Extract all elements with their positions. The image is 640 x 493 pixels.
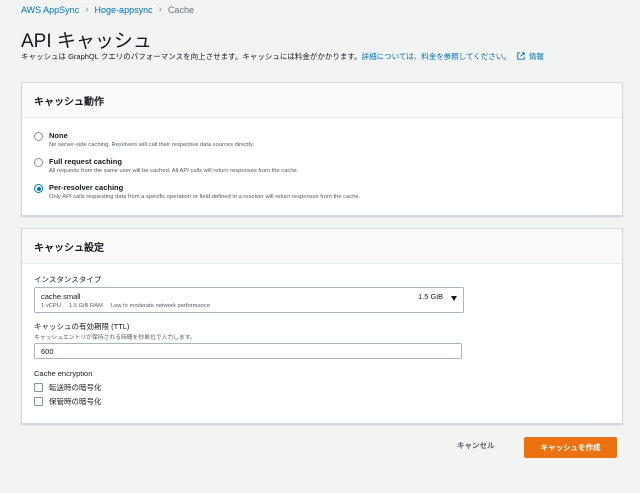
pricing-link[interactable]: 詳細については、料金を参照してください。: [362, 52, 511, 61]
cache-settings-header: キャッシュ設定: [22, 229, 622, 264]
radio-label: Per-resolver caching: [49, 183, 124, 192]
ttl-label: キャッシュの有効期限 (TTL): [34, 322, 130, 331]
instance-size: 1.5 GiB: [417, 292, 443, 301]
breadcrumb-appsync-link[interactable]: AWS AppSync: [21, 5, 79, 15]
external-link-icon: [517, 52, 525, 60]
checkbox-label: 保管時の暗号化: [49, 397, 102, 406]
instance-type-tags: 1 vCPU 1.5 GiB RAM Low to moderate netwo…: [41, 303, 210, 309]
radio-option-none[interactable]: None No server-side caching. Resolvers w…: [34, 131, 254, 150]
checkbox-in-transit[interactable]: [34, 383, 43, 392]
radio-option-full-request[interactable]: Full request caching All requests from t…: [34, 157, 298, 176]
page-title: API キャッシュ: [21, 31, 152, 52]
encryption-in-transit-option[interactable]: 転送時の暗号化: [34, 382, 102, 393]
radio-description: Only API calls requesting data from a sp…: [49, 194, 361, 200]
instance-type-value: cache.small: [41, 292, 81, 301]
performance-tag: Low to moderate network performance: [110, 303, 211, 309]
radio-button-full-request[interactable]: [34, 158, 43, 167]
instance-type-label: インスタンスタイプ: [34, 275, 102, 284]
cancel-button[interactable]: キャンセル: [457, 440, 495, 451]
instance-type-select[interactable]: cache.small 1 vCPU 1.5 GiB RAM Low to mo…: [34, 287, 464, 313]
radio-label: None: [49, 131, 68, 140]
ttl-description: キャッシュエントリが保持される時間を秒単位で入力します。: [34, 335, 196, 341]
encryption-at-rest-option[interactable]: 保管時の暗号化: [34, 396, 102, 407]
description-text: キャッシュは GraphQL クエリのパフォーマンスを向上させます。キャッシュに…: [21, 52, 362, 61]
info-link[interactable]: 情報: [529, 52, 544, 61]
radio-button-none[interactable]: [34, 132, 43, 141]
breadcrumb-api-link[interactable]: Hoge-appsync: [95, 5, 153, 15]
radio-label: Full request caching: [49, 157, 122, 166]
radio-description: All requests from the same user will be …: [49, 168, 299, 174]
encryption-label: Cache encryption: [34, 369, 93, 378]
page-description: キャッシュは GraphQL クエリのパフォーマンスを向上させます。キャッシュに…: [21, 51, 544, 62]
vcpu-tag: 1 vCPU: [41, 303, 61, 309]
create-cache-button[interactable]: キャッシュを作成: [524, 437, 617, 458]
breadcrumb: AWS AppSync › Hoge-appsync › Cache: [21, 4, 194, 15]
caret-down-icon: [451, 296, 457, 301]
checkbox-label: 転送時の暗号化: [49, 383, 102, 392]
cache-behavior-panel: キャッシュ動作 None No server-side caching. Res…: [21, 82, 623, 216]
ttl-input[interactable]: 600: [34, 343, 462, 359]
radio-description: No server-side caching. Resolvers will c…: [49, 142, 255, 148]
cache-settings-panel: キャッシュ設定 インスタンスタイプ cache.small 1 vCPU 1.5…: [21, 228, 623, 424]
radio-button-per-resolver[interactable]: [34, 184, 43, 193]
chevron-right-icon: ›: [85, 4, 89, 15]
radio-option-per-resolver[interactable]: Per-resolver caching Only API calls requ…: [34, 183, 360, 202]
cache-behavior-header: キャッシュ動作: [22, 83, 622, 118]
checkbox-at-rest[interactable]: [34, 397, 43, 406]
breadcrumb-current: Cache: [167, 4, 194, 15]
chevron-right-icon: ›: [158, 4, 162, 15]
ram-tag: 1.5 GiB RAM: [68, 303, 103, 309]
